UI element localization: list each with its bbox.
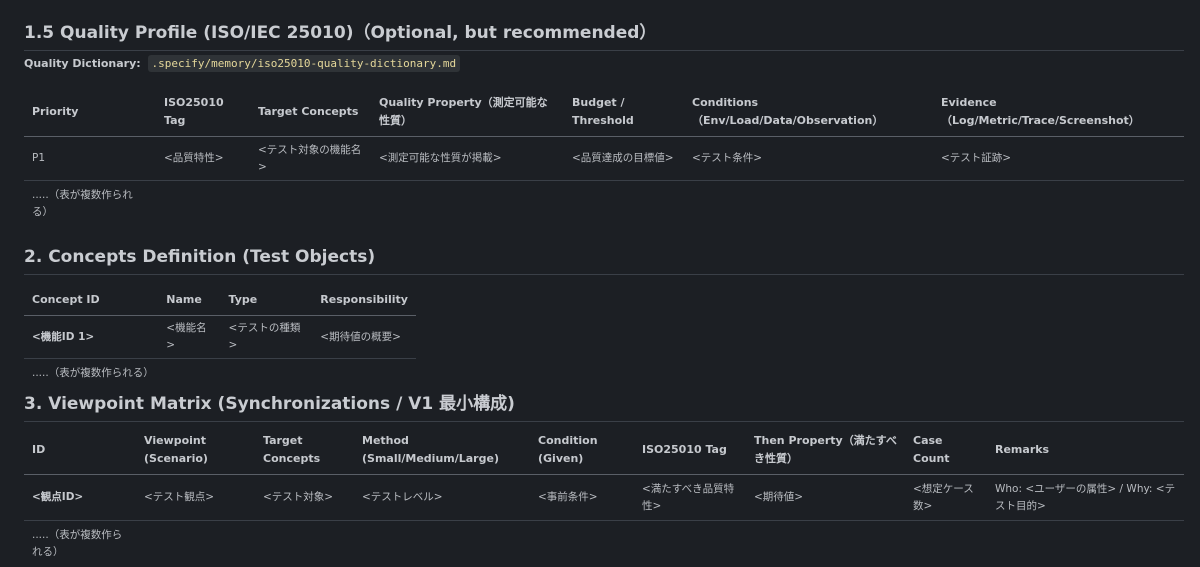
table-note-row: .....（表が複数作られる）: [24, 359, 416, 387]
table-cell: <テストレベル>: [362, 491, 443, 503]
table-header-row: Priority ISO25010 Tag Target Concepts Qu…: [24, 88, 1184, 137]
column-header: Target Concepts: [263, 434, 321, 465]
table-note-row: .....（表が複数作られる）: [24, 521, 1184, 566]
column-header: Evidence（Log/Metric/Trace/Screenshot）: [941, 96, 1140, 127]
table-header-row: ID Viewpoint (Scenario) Target Concepts …: [24, 426, 1184, 475]
column-header: Condition (Given): [538, 434, 598, 465]
column-header: Priority: [32, 105, 79, 118]
concepts-definition-table: Concept ID Name Type Responsibility <機能I…: [24, 285, 416, 386]
section-heading-concepts-definition: 2. Concepts Definition (Test Objects): [24, 247, 1184, 275]
table-cell: <テスト観点>: [144, 491, 215, 503]
table-cell: <テストの種類>: [228, 322, 301, 351]
quality-dictionary-label: Quality Dictionary:: [24, 57, 141, 70]
column-header: Case Count: [913, 434, 950, 465]
table-cell: <機能名>: [166, 322, 207, 351]
column-header: Responsibility: [320, 293, 408, 306]
quality-profile-table: Priority ISO25010 Tag Target Concepts Qu…: [24, 88, 1184, 225]
column-header: Remarks: [995, 443, 1050, 456]
table-cell: <テスト条件>: [692, 152, 763, 164]
column-header: ID: [32, 443, 46, 456]
column-header: Target Concepts: [258, 105, 359, 118]
table-row: <観点ID> <テスト観点> <テスト対象> <テストレベル> <事前条件> <…: [24, 475, 1184, 521]
section-heading-viewpoint-matrix: 3. Viewpoint Matrix (Synchronizations / …: [24, 389, 1184, 422]
column-header: Concept ID: [32, 293, 100, 306]
table-note-row: .....（表が複数作られる）: [24, 181, 1184, 226]
table-header-row: Concept ID Name Type Responsibility: [24, 285, 416, 316]
column-header: Conditions（Env/Load/Data/Observation）: [692, 96, 884, 127]
table-cell: <期待値>: [754, 491, 804, 503]
column-header: Then Property（満たすべき性質）: [754, 434, 897, 465]
column-header: ISO25010 Tag: [164, 96, 224, 127]
quality-dictionary-line: Quality Dictionary: .specify/memory/iso2…: [24, 55, 461, 72]
table-cell: <満たすべき品質特性>: [642, 482, 735, 512]
table-cell: <期待値の概要>: [320, 330, 401, 343]
table-cell: <測定可能な性質が掲載>: [379, 152, 502, 164]
table-row: <機能ID 1> <機能名> <テストの種類> <期待値の概要>: [24, 316, 416, 359]
table-cell: <想定ケース数>: [913, 482, 974, 512]
table-cell: <テスト証跡>: [941, 152, 1012, 164]
table-cell: <品質達成の目標値>: [572, 152, 674, 164]
table-cell: P1: [32, 152, 46, 164]
column-header: Viewpoint (Scenario): [144, 434, 208, 465]
table-cell: Who: <ユーザーの属性> / Why: <テスト目的>: [995, 482, 1176, 512]
table-cell: <品質特性>: [164, 152, 224, 164]
column-header: Type: [228, 293, 258, 306]
column-header: Quality Property（測定可能な性質）: [379, 96, 548, 127]
table-cell: <事前条件>: [538, 491, 598, 503]
table-cell: <テスト対象の機能名>: [258, 143, 362, 173]
table-row: P1 <品質特性> <テスト対象の機能名> <測定可能な性質が掲載> <品質達成…: [24, 137, 1184, 181]
table-note: .....（表が複数作られる）: [32, 189, 133, 218]
column-header: Budget / Threshold: [572, 96, 634, 127]
quality-dictionary-path: .specify/memory/iso25010-quality-diction…: [147, 55, 461, 72]
table-note: .....（表が複数作られる）: [32, 367, 154, 379]
table-note: .....（表が複数作られる）: [32, 529, 123, 558]
column-header: Method (Small/Medium/Large): [362, 434, 499, 465]
table-cell: <観点ID>: [32, 491, 84, 503]
column-header: ISO25010 Tag: [642, 443, 727, 456]
viewpoint-matrix-table: ID Viewpoint (Scenario) Target Concepts …: [24, 426, 1184, 565]
table-cell: <テスト対象>: [263, 491, 334, 503]
table-cell: <機能ID 1>: [32, 330, 95, 343]
column-header: Name: [166, 293, 202, 306]
section-heading-quality-profile: 1.5 Quality Profile (ISO/IEC 25010)（Opti…: [24, 18, 1184, 51]
